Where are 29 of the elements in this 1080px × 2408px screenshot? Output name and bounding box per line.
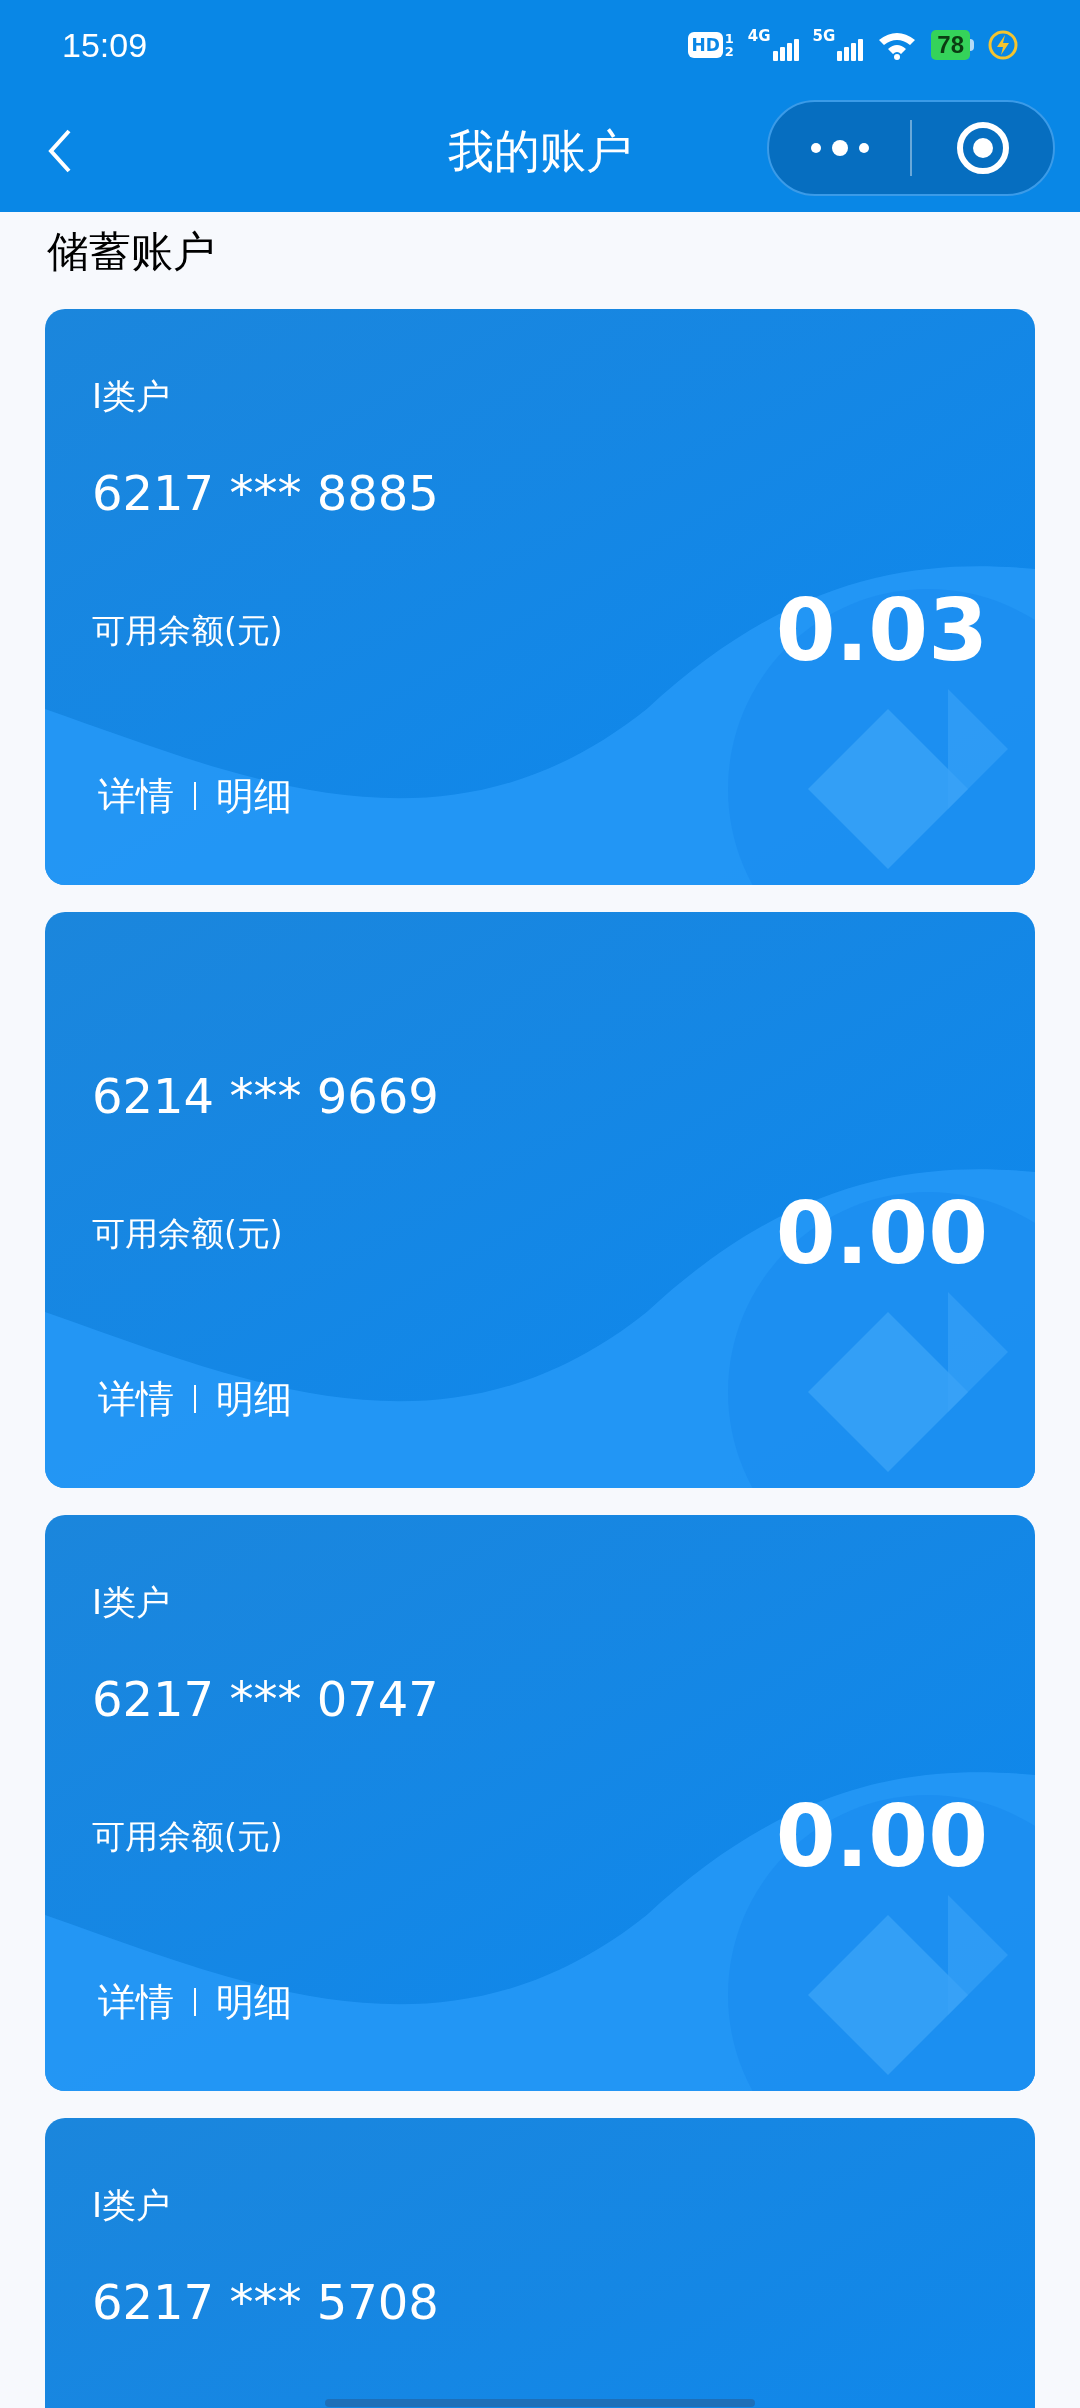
page-title: 我的账户 [448, 122, 632, 180]
card-link[interactable]: 详情 [98, 1983, 174, 2021]
account-type: I类户 [92, 379, 171, 413]
account-type: I类户 [92, 2188, 171, 2222]
balance-amount: 0.00 [775, 1190, 988, 1276]
account-card[interactable]: I类户 6217 *** 0747 可用余额(元) 0.00 详情 明细 [45, 1515, 1035, 2091]
card-link[interactable]: 详情 [98, 1380, 174, 1418]
card-link[interactable]: 明细 [216, 777, 292, 815]
section-title: 储蓄账户 [46, 226, 215, 278]
account-number: 6217 *** 8885 [92, 469, 439, 517]
account-card[interactable]: 6214 *** 9669 可用余额(元) 0.00 详情 明细 [45, 912, 1035, 1488]
wifi-icon [877, 30, 918, 60]
account-number: 6217 *** 5708 [92, 2278, 439, 2326]
account-number: 6217 *** 0747 [92, 1675, 439, 1723]
balance-label: 可用余额(元) [92, 1216, 283, 1250]
back-icon [48, 129, 72, 173]
account-number: 6214 *** 9669 [92, 1072, 439, 1120]
account-card[interactable]: I类户 6217 *** 5708 [45, 2118, 1035, 2408]
target-icon [955, 121, 1010, 175]
balance-label: 可用余额(元) [92, 613, 283, 647]
balance-amount: 0.00 [775, 1793, 988, 1879]
card-link[interactable]: 明细 [216, 1380, 292, 1418]
balance-amount: 0.03 [775, 587, 988, 673]
account-type: I类户 [92, 1585, 171, 1619]
card-link[interactable]: 明细 [216, 1983, 292, 2021]
card-link[interactable]: 详情 [98, 777, 174, 815]
status-time: 15:09 [62, 24, 148, 66]
balance-label: 可用余额(元) [92, 1819, 283, 1853]
account-card[interactable]: I类户 6217 *** 8885 可用余额(元) 0.03 详情 明细 [45, 309, 1035, 885]
